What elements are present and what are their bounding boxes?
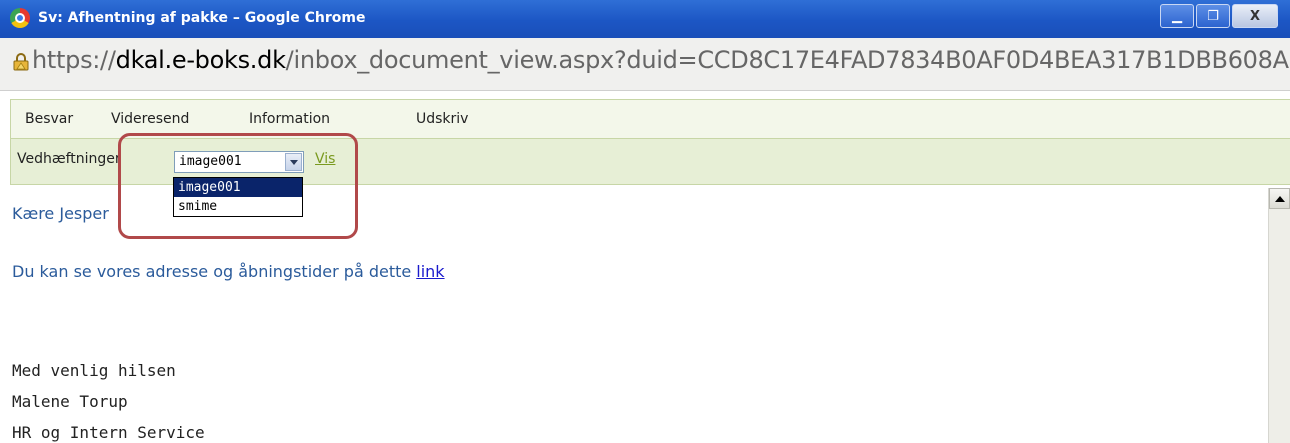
window-title: Sv: Afhentning af pakke – Google Chrome <box>38 10 366 26</box>
window-titlebar[interactable]: Sv: Afhentning af pakke – Google Chrome … <box>0 0 1290 38</box>
address-bar[interactable]: https://dkal.e-boks.dk/inbox_document_vi… <box>0 38 1290 91</box>
menu-videresend[interactable]: Videresend <box>111 111 189 127</box>
info-text: Du kan se vores adresse og åbningstider … <box>12 262 412 281</box>
lock-warning-icon <box>13 53 29 71</box>
menu-besvar[interactable]: Besvar <box>25 111 73 127</box>
vertical-scrollbar[interactable] <box>1268 188 1290 443</box>
highlight-annotation <box>118 133 358 239</box>
attachments-label: Vedhæftninger <box>17 151 121 167</box>
maximize-button[interactable]: ❐ <box>1196 4 1230 28</box>
window-controls: ▁ ❐ X <box>1160 4 1278 28</box>
url-scheme: https:// <box>32 46 116 74</box>
url-host: dkal.e-boks.dk <box>115 46 286 74</box>
minimize-button[interactable]: ▁ <box>1160 4 1194 28</box>
message-info-line: Du kan se vores adresse og åbningstider … <box>12 262 445 281</box>
chrome-logo-icon <box>10 8 30 28</box>
signature-line-closing: Med venlig hilsen <box>12 361 176 380</box>
menu-udskriv[interactable]: Udskriv <box>416 111 468 127</box>
menu-information[interactable]: Information <box>249 111 330 127</box>
message-greeting: Kære Jesper <box>12 204 109 223</box>
signature-line-department: HR og Intern Service <box>12 423 205 442</box>
signature-line-name: Malene Torup <box>12 392 128 411</box>
close-button[interactable]: X <box>1232 4 1278 28</box>
info-link[interactable]: link <box>416 262 444 281</box>
url-text[interactable]: https://dkal.e-boks.dk/inbox_document_vi… <box>32 46 1290 74</box>
url-path: /inbox_document_view.aspx?duid=CCD8C17E4… <box>285 46 1290 74</box>
scroll-up-arrow-icon[interactable] <box>1269 188 1290 209</box>
